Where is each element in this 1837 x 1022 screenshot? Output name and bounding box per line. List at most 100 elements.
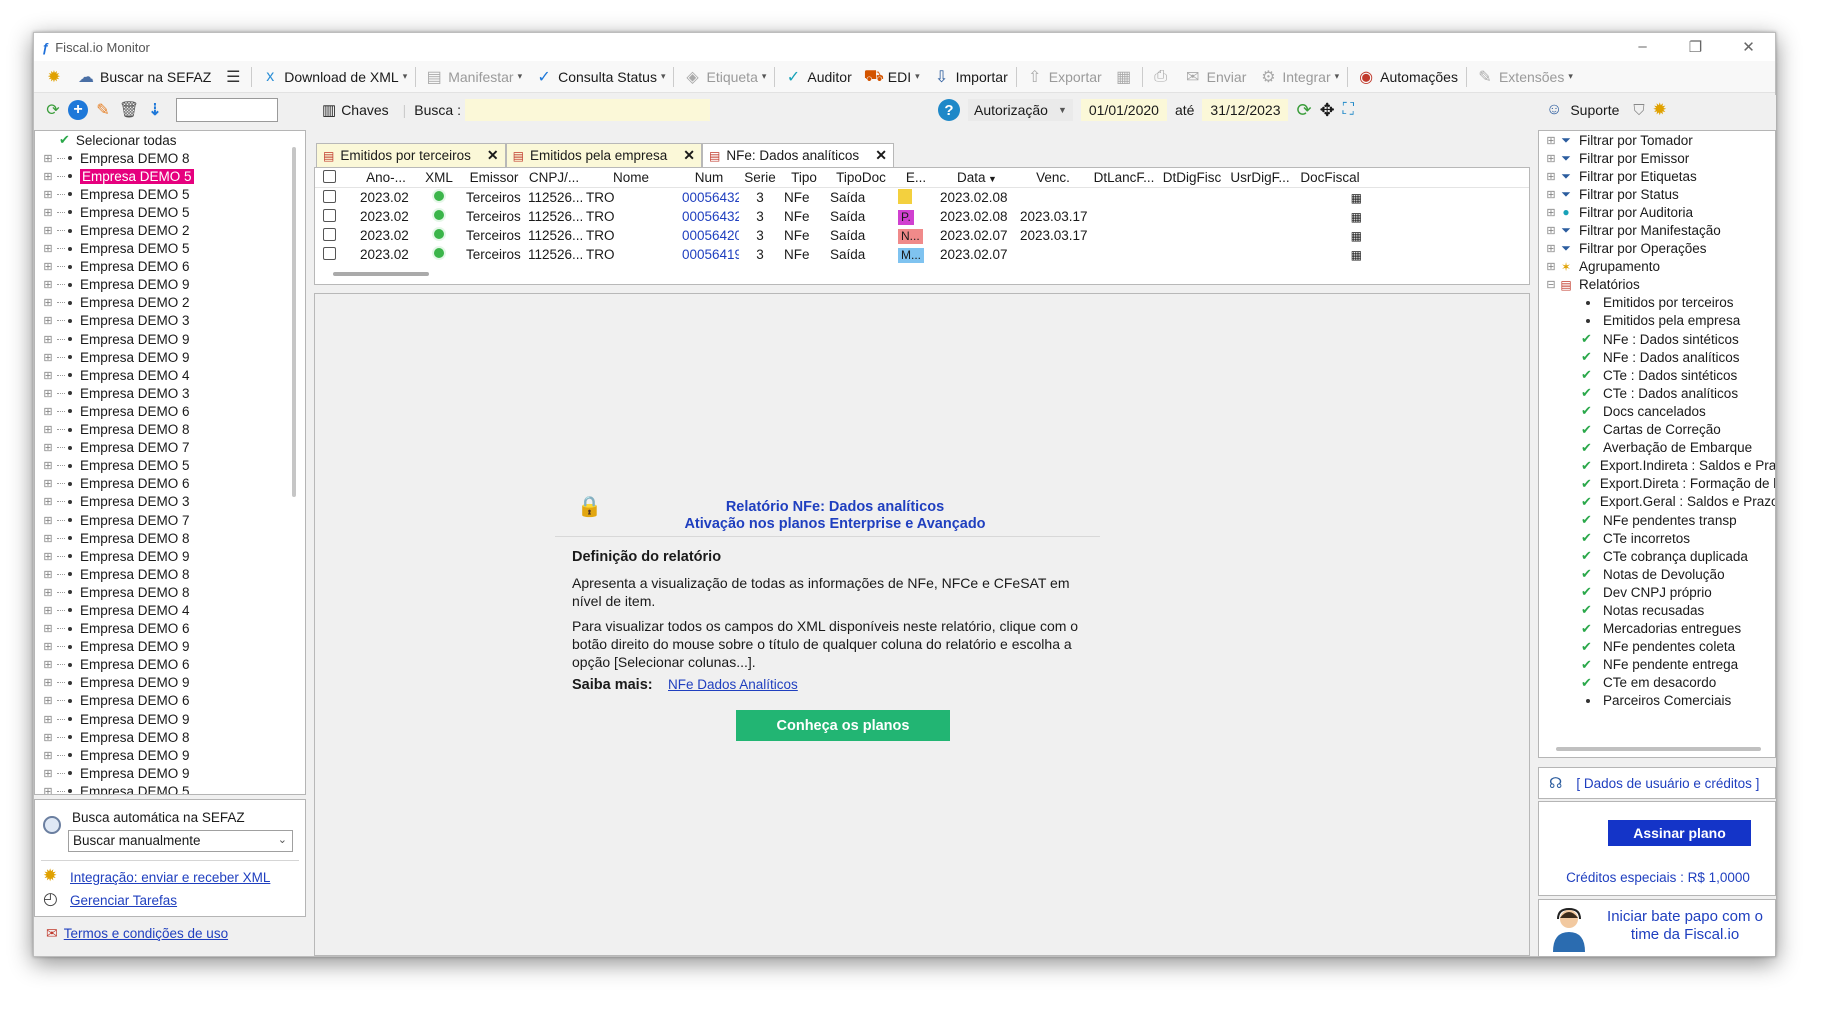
filter-scrollbar[interactable] [1556, 747, 1761, 751]
expand-plus-icon[interactable]: ⊞ [42, 532, 54, 545]
expand-plus-icon[interactable]: ⊞ [42, 242, 54, 255]
company-item[interactable]: ⊞ Empresa DEMO 9 [35, 746, 305, 764]
company-item[interactable]: ⊞ Empresa DEMO 4 [35, 366, 305, 384]
expand-plus-icon[interactable]: ⊞ [42, 622, 54, 635]
table-row[interactable]: 2023.02 Terceiros 112526...TRO 000564192 3 NF… [315, 245, 1529, 264]
report-item[interactable]: ✔ Export.Direta : Formação de l [1539, 475, 1775, 493]
close-tab-icon[interactable]: ✕ [683, 147, 695, 164]
company-item[interactable]: ⊞ Empresa DEMO 9 [35, 638, 305, 656]
toolbar-item-exportar[interactable]: ⇧ Exportar [1019, 64, 1108, 90]
add-company-icon[interactable]: + [68, 100, 88, 120]
company-item[interactable]: ⊞ Empresa DEMO 5 [35, 782, 305, 794]
company-item[interactable]: ⊞ Empresa DEMO 6 [35, 656, 305, 674]
expand-plus-icon[interactable]: ⊞ [1545, 188, 1557, 201]
report-item[interactable]: ✔ Averbação de Embarque [1539, 439, 1775, 457]
expand-plus-icon[interactable]: ⊞ [42, 314, 54, 327]
company-item[interactable]: ⊞ Empresa DEMO 8 [35, 583, 305, 601]
checkbox[interactable] [323, 169, 336, 183]
close-tab-icon[interactable]: ✕ [487, 147, 499, 164]
company-item[interactable]: ⊞ Empresa DEMO 5 [35, 185, 305, 203]
toolbar-item-consulta-status[interactable]: ✓ Consulta Status ▾ [528, 64, 671, 90]
company-item[interactable]: ⊞ Empresa DEMO 9 [35, 348, 305, 366]
company-item[interactable]: ⊞ Empresa DEMO 3 [35, 493, 305, 511]
report-item[interactable]: ✔ NFe : Dados analíticos [1539, 348, 1775, 366]
filter-clear-icon[interactable]: ⛉ [1633, 102, 1644, 119]
company-item[interactable]: ⊞ Empresa DEMO 5 [35, 457, 305, 475]
expand-plus-icon[interactable]: ⊞ [42, 278, 54, 291]
saiba-link[interactable]: NFe Dados Analíticos [668, 677, 798, 692]
company-item[interactable]: ⊞ Empresa DEMO 8 [35, 421, 305, 439]
support-button[interactable]: Suporte [1570, 102, 1619, 118]
company-item[interactable]: ⊞ Empresa DEMO 6 [35, 620, 305, 638]
toolbar-item-automa-es[interactable]: ◉ Automações [1350, 64, 1464, 90]
company-item[interactable]: ⊞ Empresa DEMO 8 [35, 728, 305, 746]
expand-plus-icon[interactable]: ⊞ [42, 188, 54, 201]
expand-plus-icon[interactable]: ⊞ [42, 767, 54, 780]
expand-plus-icon[interactable]: ⊞ [1545, 206, 1557, 219]
tab-emitidos-por-terceiros[interactable]: ▤ Emitidos por terceiros ✕ [316, 143, 506, 167]
column-header[interactable]: Num [679, 170, 739, 185]
company-item[interactable]: ⊞ Empresa DEMO 6 [35, 692, 305, 710]
help-icon[interactable]: ? [938, 99, 960, 121]
expand-plus-icon[interactable]: ⊞ [42, 296, 54, 309]
company-item[interactable]: ⊞ Empresa DEMO 4 [35, 601, 305, 619]
expand-plus-icon[interactable]: ⊞ [42, 694, 54, 707]
select-all-row[interactable]: ✔ Selecionar todas [35, 131, 305, 149]
refresh-icon[interactable]: ⟳ [42, 99, 64, 121]
report-item[interactable]: Parceiros Comerciais [1539, 692, 1775, 710]
date-type-select[interactable]: Autorização ▼ [968, 99, 1073, 121]
filter-item[interactable]: ⊞ ⏷ Filtrar por Etiquetas [1539, 167, 1775, 185]
expand-plus-icon[interactable]: ⊞ [42, 604, 54, 617]
column-header[interactable]: TipoDoc [827, 170, 895, 185]
expand-icon[interactable]: ⛶ [1343, 101, 1354, 119]
expand-plus-icon[interactable]: ⊞ [42, 351, 54, 364]
report-item[interactable]: ✔ CTe cobrança duplicada [1539, 547, 1775, 565]
filter-item[interactable]: ⊞ ✶ Agrupamento [1539, 258, 1775, 276]
filter-item[interactable]: ⊞ ● Filtrar por Auditoria [1539, 203, 1775, 221]
company-item[interactable]: ⊞ Empresa DEMO 8 [35, 529, 305, 547]
expand-plus-icon[interactable]: ⊞ [1545, 170, 1557, 183]
minimize-button[interactable]: – [1616, 38, 1669, 56]
checkbox[interactable] [323, 246, 336, 260]
filter-item[interactable]: ⊞ ⏷ Filtrar por Status [1539, 185, 1775, 203]
search-input[interactable] [465, 99, 710, 121]
report-item[interactable]: ✔ CTe incorretos [1539, 529, 1775, 547]
expand-plus-icon[interactable]: ⊞ [42, 333, 54, 346]
row-checkbox[interactable] [315, 246, 357, 263]
toolbar-item-download-de-xml[interactable]: x Download de XML ▾ [254, 64, 413, 90]
checkbox[interactable] [323, 227, 336, 241]
expand-plus-icon[interactable]: ⊞ [42, 441, 54, 454]
filter-item[interactable]: ⊞ ⏷ Filtrar por Operações [1539, 240, 1775, 258]
expand-plus-icon[interactable]: ⊞ [1545, 134, 1557, 147]
expand-plus-icon[interactable]: ⊞ [42, 658, 54, 671]
report-item[interactable]: ✔ CTe : Dados sintéticos [1539, 366, 1775, 384]
expand-plus-icon[interactable]: ⊞ [42, 224, 54, 237]
company-item[interactable]: ⊞ Empresa DEMO 2 [35, 294, 305, 312]
company-item[interactable]: ⊞ Empresa DEMO 6 [35, 475, 305, 493]
company-item[interactable]: ⊞ Empresa DEMO 9 [35, 547, 305, 565]
column-header[interactable]: Tipo [781, 170, 827, 185]
row-checkbox[interactable] [315, 189, 357, 206]
company-item[interactable]: ⊞ Empresa DEMO 9 [35, 674, 305, 692]
column-header[interactable]: Data ▼ [937, 170, 1017, 185]
company-item[interactable]: ⊞ Empresa DEMO 7 [35, 511, 305, 529]
report-item[interactable]: ✔ NFe pendentes transp [1539, 511, 1775, 529]
expand-plus-icon[interactable]: ⊞ [42, 260, 54, 273]
company-item[interactable]: ⊞ Empresa DEMO 5 [35, 240, 305, 258]
company-item[interactable]: ⊞ Empresa DEMO 7 [35, 439, 305, 457]
date-to-field[interactable]: 31/12/2023 [1202, 99, 1289, 121]
grid-scrollbar[interactable] [333, 272, 429, 276]
column-header[interactable]: DtDigFisc [1159, 170, 1225, 185]
expand-plus-icon[interactable]: ⊞ [1545, 224, 1557, 237]
column-header[interactable]: DocFiscal [1295, 170, 1365, 185]
select-all-checkbox[interactable] [315, 169, 357, 186]
report-item[interactable]: ✔ Notas de Devolução [1539, 565, 1775, 583]
report-item[interactable]: ✔ NFe pendentes coleta [1539, 638, 1775, 656]
expand-plus-icon[interactable]: ⊞ [42, 387, 54, 400]
report-item[interactable]: Emitidos por terceiros [1539, 294, 1775, 312]
toolbar-item-edi[interactable]: ⛟ EDI ▾ [858, 64, 926, 90]
date-from-field[interactable]: 01/01/2020 [1080, 99, 1167, 121]
expand-plus-icon[interactable]: ⊞ [42, 477, 54, 490]
filter-item[interactable]: ⊞ ⏷ Filtrar por Tomador [1539, 131, 1775, 149]
row-checkbox[interactable] [315, 227, 357, 244]
